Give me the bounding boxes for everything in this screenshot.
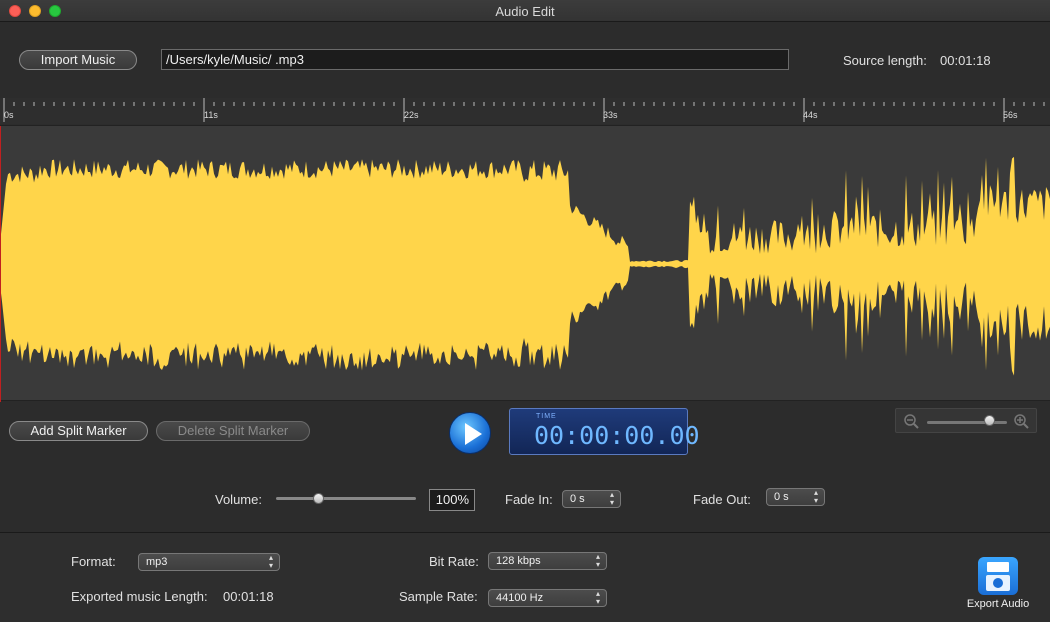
volume-value: 100% — [429, 489, 475, 511]
zoom-in-icon — [1014, 414, 1029, 429]
timeline-ruler[interactable]: 0s 11s 22s 33s 44s 56s — [0, 98, 1050, 124]
fade-out-stepper[interactable]: 0 s ▴ ▾ — [766, 488, 825, 506]
time-value: 00:00:00.00 — [534, 421, 700, 450]
bit-rate-label: Bit Rate: — [429, 554, 479, 569]
chevron-updown-icon: ▴ ▾ — [595, 589, 600, 606]
source-length-label: Source length: — [843, 53, 927, 68]
stepper-arrows-icon: ▴ ▾ — [609, 490, 614, 507]
window-title: Audio Edit — [495, 4, 555, 19]
volume-label: Volume: — [215, 492, 262, 507]
delete-split-marker-button: Delete Split Marker — [156, 421, 310, 441]
ruler-label: 56s — [1003, 110, 1018, 120]
fade-out-label: Fade Out: — [693, 492, 751, 507]
playhead[interactable] — [0, 126, 1, 402]
export-audio-button[interactable]: Export Audio — [958, 555, 1038, 617]
export-settings-panel — [0, 533, 1050, 622]
audio-edit-window: Audio Edit Import Music /Users/kyle/Musi… — [0, 0, 1050, 622]
bit-rate-value: 128 kbps — [496, 555, 541, 567]
ruler-ticks — [3, 98, 1045, 122]
ruler-label: 33s — [603, 110, 618, 120]
stepper-arrows-icon: ▴ ▾ — [813, 488, 818, 505]
sample-rate-value: 44100 Hz — [496, 592, 544, 604]
floppy-disk-icon — [978, 557, 1018, 595]
exported-length-label: Exported music Length: — [71, 589, 208, 604]
waveform-graphic — [0, 156, 1050, 376]
play-icon — [465, 423, 482, 445]
fade-in-value: 0 s — [570, 493, 585, 505]
export-audio-label: Export Audio — [966, 598, 1030, 610]
waveform-area[interactable] — [0, 125, 1050, 402]
volume-slider-track[interactable] — [276, 497, 416, 500]
fade-in-label: Fade In: — [505, 492, 553, 507]
sample-rate-label: Sample Rate: — [399, 589, 478, 604]
ruler-label: 0s — [4, 110, 14, 120]
chevron-updown-icon: ▴ ▾ — [595, 552, 600, 569]
ruler-label: 44s — [803, 110, 818, 120]
time-display: TIME 00:00:00.00 — [509, 408, 700, 455]
ruler-label: 22s — [404, 110, 419, 120]
format-value: mp3 — [146, 556, 168, 568]
fade-in-stepper[interactable]: 0 s ▴ ▾ — [562, 490, 621, 508]
ruler-label: 11s — [204, 110, 218, 120]
play-button[interactable] — [449, 412, 491, 454]
file-path-field[interactable]: /Users/kyle/Music/ .mp3 — [161, 49, 789, 70]
import-music-button[interactable]: Import Music — [19, 50, 137, 70]
sample-rate-select[interactable]: 44100 Hz ▴ ▾ — [488, 589, 607, 607]
fade-out-value: 0 s — [774, 491, 789, 503]
format-select[interactable]: mp3 ▴ ▾ — [138, 553, 280, 571]
zoom-slider-track[interactable] — [927, 421, 1007, 424]
format-label: Format: — [71, 554, 116, 569]
volume-slider-knob[interactable] — [313, 493, 324, 504]
chevron-updown-icon: ▴ ▾ — [268, 553, 273, 570]
source-length-value: 00:01:18 — [940, 53, 991, 68]
exported-length-value: 00:01:18 — [223, 589, 274, 604]
waveform-shape — [0, 156, 1050, 376]
title-bar: Audio Edit — [0, 0, 1050, 22]
zoom-control — [895, 408, 1037, 433]
bit-rate-select[interactable]: 128 kbps ▴ ▾ — [488, 552, 607, 570]
zoom-out-icon — [904, 414, 919, 429]
add-split-marker-button[interactable]: Add Split Marker — [9, 421, 148, 441]
time-caption: TIME — [536, 413, 557, 420]
